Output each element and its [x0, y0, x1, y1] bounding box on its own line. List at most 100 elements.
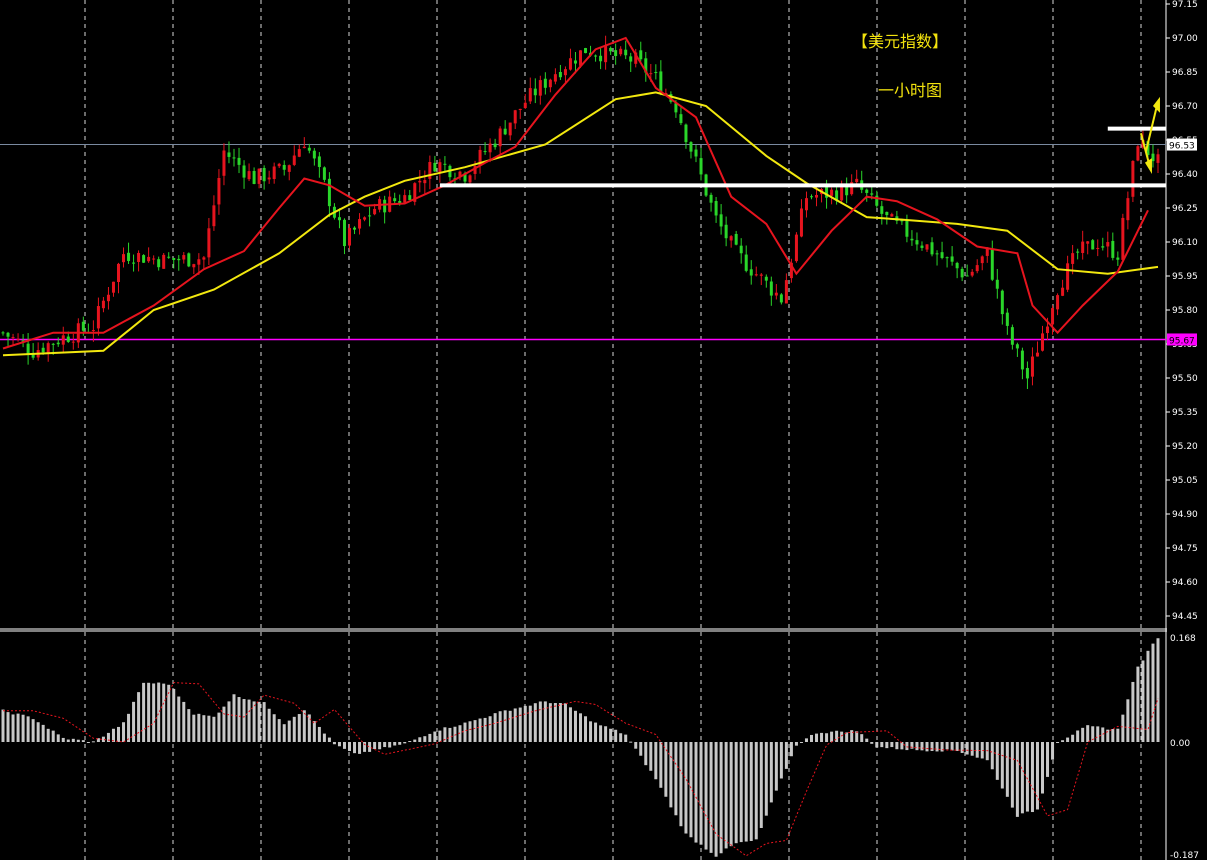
macd-bar	[533, 703, 537, 742]
macd-tick-label: 0.00	[1170, 739, 1190, 749]
chart-title: 【美元指数】	[852, 32, 949, 51]
macd-bar	[960, 742, 964, 753]
macd-bar	[353, 742, 357, 754]
candle-down	[433, 162, 437, 172]
price-tick-label: 95.05	[1172, 476, 1198, 486]
candle-down	[368, 215, 372, 217]
candle-up	[71, 341, 75, 343]
macd-bar	[478, 718, 482, 742]
price-tick-label: 94.60	[1172, 578, 1198, 588]
macd-bar	[885, 742, 889, 749]
candle-up	[101, 300, 105, 309]
macd-bar	[995, 742, 999, 780]
macd-bar	[1076, 730, 1080, 742]
candle-down	[870, 193, 874, 195]
macd-bar	[679, 742, 683, 827]
macd-bar	[373, 742, 377, 750]
candle-down	[764, 276, 768, 281]
candle-down	[599, 55, 603, 62]
macd-bar	[689, 742, 693, 838]
macd-bar	[132, 701, 136, 742]
macd-bar	[463, 722, 467, 742]
candle-down	[262, 167, 266, 182]
macd-bar	[503, 710, 507, 742]
candle-up	[579, 50, 582, 66]
candle-down	[282, 164, 286, 170]
candle-up	[890, 214, 894, 217]
macd-bar	[142, 682, 146, 742]
candle-down	[317, 156, 321, 167]
candle-down	[1010, 327, 1014, 345]
macd-bar	[975, 742, 979, 758]
price-tick-label: 95.80	[1172, 306, 1198, 316]
candle-up	[423, 180, 427, 184]
macd-bar	[337, 742, 341, 747]
candle-up	[804, 198, 808, 211]
candle-up	[1121, 217, 1125, 260]
macd-bar	[1086, 725, 1090, 742]
candle-down	[779, 294, 783, 303]
macd-bar	[744, 742, 748, 842]
macd-bar	[498, 711, 502, 742]
macd-bar	[1030, 742, 1034, 813]
candles	[1, 35, 1160, 389]
price-tick-label: 94.75	[1172, 544, 1198, 554]
macd-bar	[900, 742, 904, 750]
macd-bar	[1101, 727, 1105, 742]
candle-up	[106, 294, 110, 302]
candle-up	[257, 168, 261, 184]
candle-up	[619, 48, 623, 55]
macd-bar	[237, 697, 241, 742]
candle-down	[950, 256, 954, 262]
candle-up	[855, 178, 859, 183]
candle-down	[1020, 350, 1024, 370]
candle-up	[358, 219, 362, 229]
candle-down	[935, 253, 939, 255]
macd-bar	[729, 742, 733, 847]
macd-bar	[1046, 742, 1050, 777]
candle-down	[865, 189, 869, 193]
candle-down	[714, 200, 718, 216]
candle-up	[11, 337, 15, 339]
price-axis: 97.1597.0096.8596.7096.5596.4096.2596.10…	[1166, 0, 1198, 622]
macd-bar	[674, 742, 678, 816]
candle-down	[965, 275, 969, 277]
candle-down	[1101, 246, 1105, 248]
macd-bar	[880, 742, 884, 748]
candle-up	[297, 149, 301, 157]
macd-bar	[865, 738, 869, 742]
candle-up	[1106, 242, 1110, 247]
candle-up	[508, 122, 512, 136]
macd-bar	[242, 699, 246, 742]
candle-down	[573, 60, 577, 64]
macd-bar	[1051, 742, 1055, 760]
candle-up	[363, 217, 367, 220]
candle-down	[81, 321, 85, 331]
macd-bar	[91, 741, 95, 743]
candle-up	[212, 205, 216, 227]
macd-bar	[624, 734, 628, 742]
macd-bar	[905, 742, 909, 751]
macd-bar	[257, 701, 261, 742]
candle-up	[247, 171, 251, 180]
candle-down	[1091, 240, 1095, 250]
macd-bar	[649, 742, 653, 771]
macd-bar	[227, 701, 231, 742]
candle-down	[157, 259, 161, 268]
macd-bar	[1126, 699, 1130, 742]
candle-up	[563, 69, 567, 76]
candle-up	[518, 108, 522, 111]
macd-bar	[312, 721, 316, 742]
macd-bar	[197, 713, 201, 742]
candle-down	[26, 343, 30, 354]
macd-bar	[1066, 737, 1070, 742]
macd-bar	[348, 742, 351, 752]
candle-down	[312, 150, 316, 159]
macd-bar	[543, 701, 547, 742]
candle-down	[252, 170, 256, 184]
macd-bar	[1005, 742, 1009, 797]
candle-up	[277, 163, 281, 167]
macd-bar	[1136, 666, 1140, 742]
candle-up	[799, 208, 803, 237]
candle-up	[91, 330, 95, 332]
